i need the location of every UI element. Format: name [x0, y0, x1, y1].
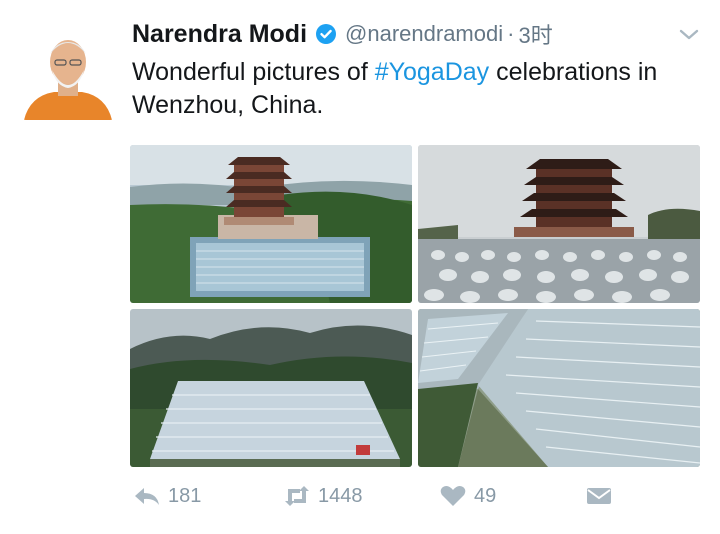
direct-message-icon: [587, 488, 611, 504]
author-name[interactable]: Narendra Modi: [132, 20, 307, 49]
photo-pavilion-crowd[interactable]: [418, 145, 700, 303]
chevron-down-icon[interactable]: [676, 24, 702, 44]
avatar[interactable]: [20, 24, 116, 120]
heart-icon: [440, 486, 466, 506]
retweet-button[interactable]: 1448: [282, 484, 363, 508]
verified-badge-icon: [316, 24, 337, 44]
reply-button[interactable]: 181: [132, 484, 201, 508]
tweet-header: Narendra Modi @narendramodi · 3时: [132, 18, 553, 50]
author-handle[interactable]: @narendramodi: [345, 21, 503, 47]
like-count: 49: [474, 484, 497, 507]
tweet-timestamp[interactable]: 3时: [518, 18, 552, 50]
hashtag-link[interactable]: #YogaDay: [375, 58, 489, 86]
photo-terrace-rows[interactable]: [418, 309, 700, 467]
direct-message-button[interactable]: [584, 484, 614, 508]
retweet-icon: [285, 486, 309, 506]
like-button[interactable]: 49: [438, 484, 496, 508]
tweet-text-before: Wonderful pictures of: [132, 58, 375, 86]
reply-icon: [135, 488, 159, 505]
retweet-count: 1448: [318, 484, 363, 507]
tweet-card: Narendra Modi @narendramodi · 3时 Wonderf…: [0, 0, 720, 534]
photo-grid: [130, 145, 700, 467]
photo-mountain-square[interactable]: [130, 309, 412, 467]
tweet-text: Wonderful pictures of #YogaDay celebrati…: [132, 56, 672, 122]
photo-pavilion-aerial[interactable]: [130, 145, 412, 303]
reply-count: 181: [168, 484, 202, 507]
header-separator: ·: [507, 21, 515, 46]
